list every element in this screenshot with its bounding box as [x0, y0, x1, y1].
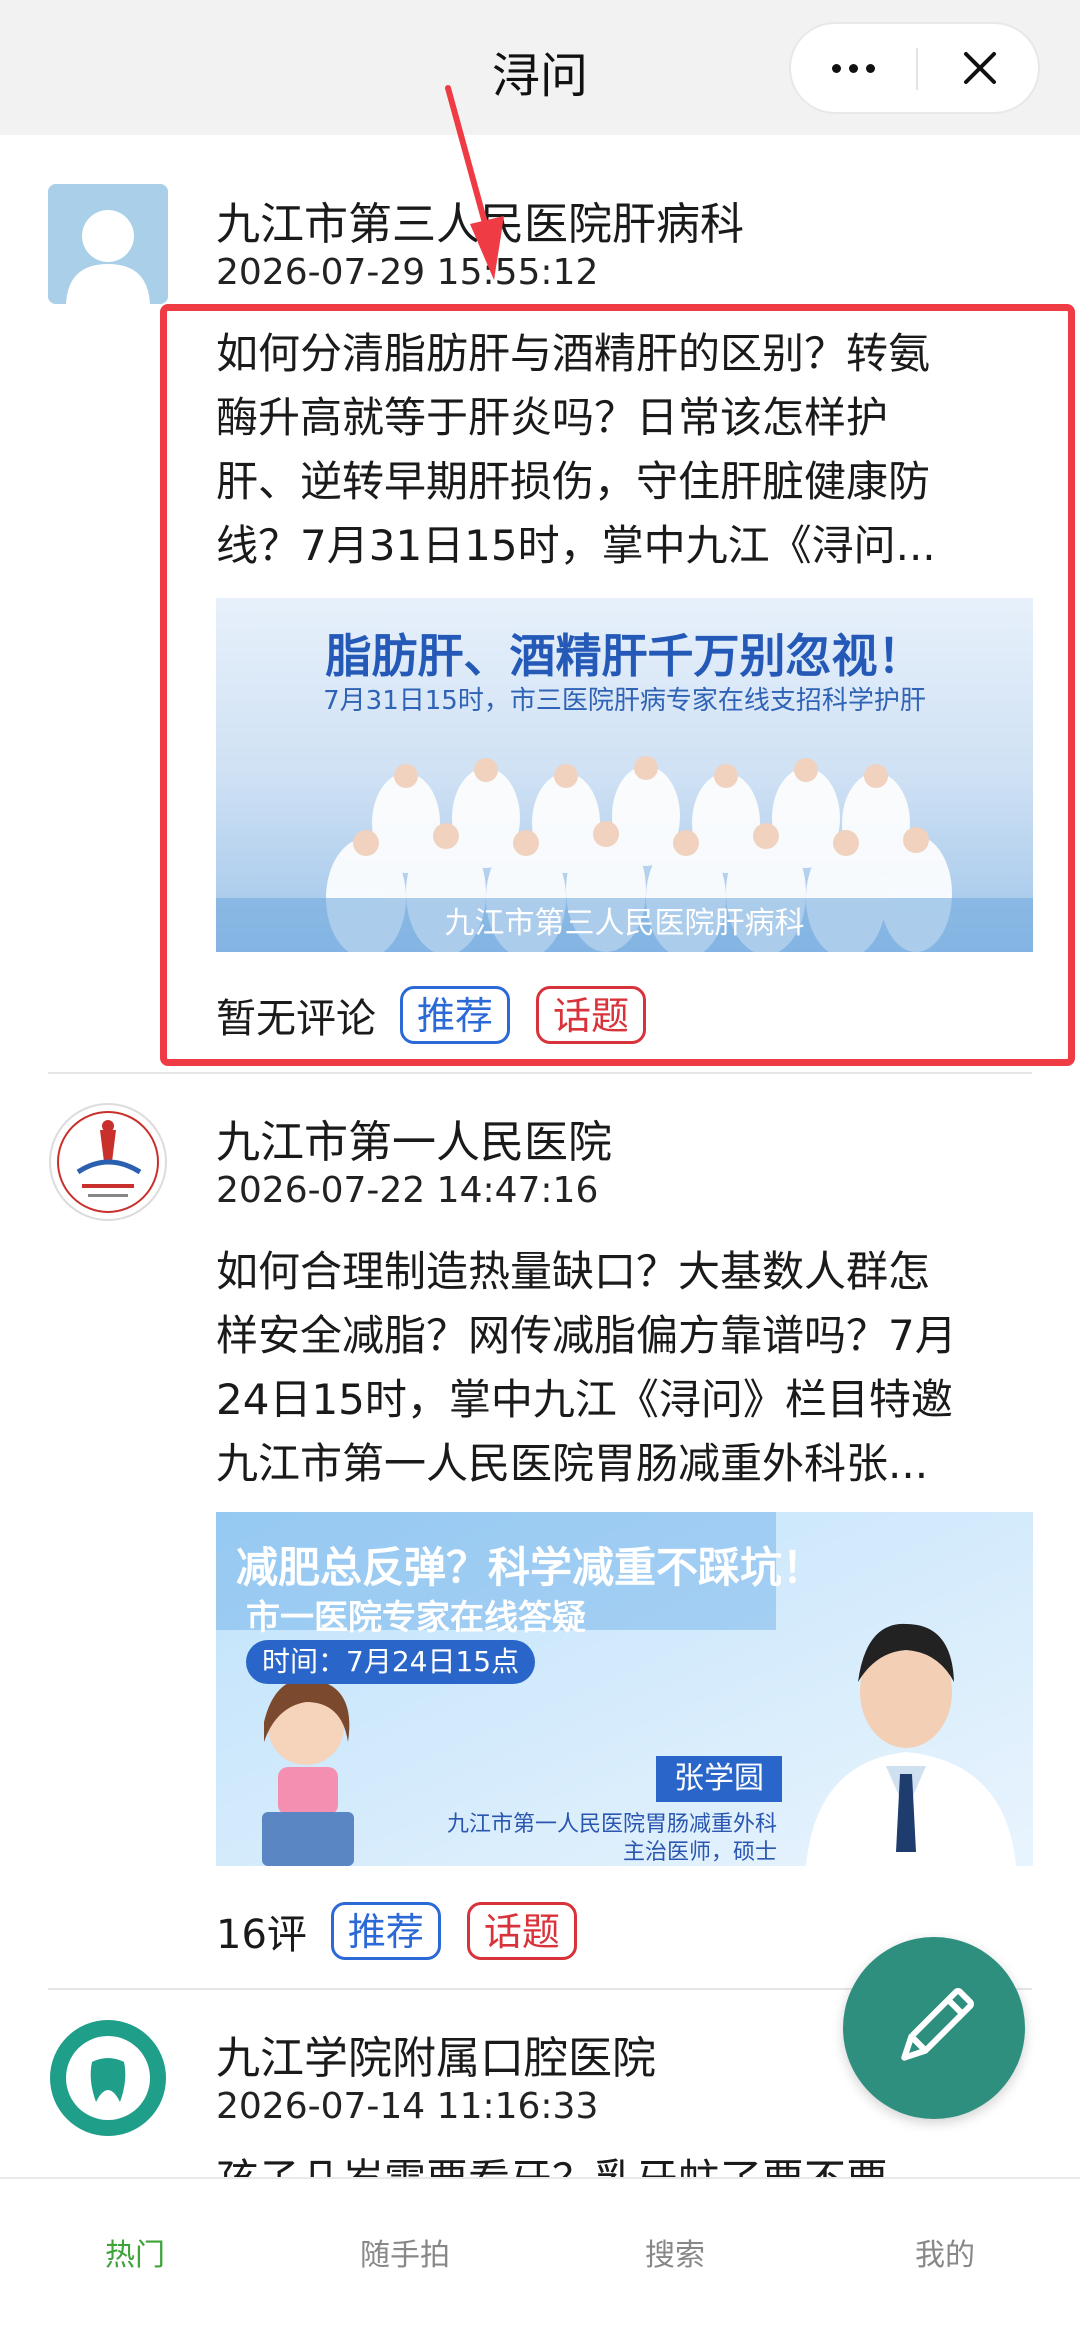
more-dots-icon — [832, 63, 841, 73]
banner-doctor-role: 主治医师，硕士 — [622, 1840, 777, 1865]
default-avatar-icon — [48, 184, 168, 304]
banner-title: 减肥总反弹？科学减重不踩坑！ — [236, 1543, 825, 1592]
bottom-tab-bar: 热门 随手拍 搜索 我的 — [0, 2177, 1080, 2325]
avatar[interactable] — [48, 1102, 168, 1222]
post-time: 2026-07-29 15:55:12 — [216, 252, 599, 293]
banner-doctor-name: 张学圆 — [656, 1756, 782, 1802]
dental-hospital-logo-icon — [50, 2020, 166, 2136]
tab-search[interactable]: 搜索 — [540, 2179, 810, 2325]
top-bar: 浔问 — [0, 0, 1080, 135]
close-button[interactable] — [918, 24, 1042, 112]
tag-recommend[interactable]: 推荐 — [330, 1902, 441, 1960]
comment-count[interactable]: 16评 — [216, 1902, 307, 1960]
post-content[interactable]: 如何合理制造热量缺口？大基数人群怎 样安全减脂？网传减脂偏方靠谱吗？7月 24日… — [216, 1240, 1031, 1496]
tab-mine[interactable]: 我的 — [810, 2179, 1080, 2325]
post-time: 2026-07-22 14:47:16 — [216, 1170, 599, 1211]
post-author[interactable]: 九江市第一人民医院 — [216, 1106, 612, 1170]
arrow-annotation-icon — [445, 85, 504, 280]
content-line: 九江市第一人民医院胃肠减重外科张... — [216, 1439, 929, 1488]
compose-button[interactable] — [843, 1937, 1025, 2119]
content-line: 24日15时，掌中九江《浔问》栏目特邀 — [216, 1375, 953, 1424]
highlight-box — [160, 304, 1075, 1066]
post-author[interactable]: 九江学院附属口腔医院 — [216, 2022, 656, 2086]
close-icon — [964, 52, 996, 84]
hospital-logo-icon — [49, 1103, 167, 1221]
post-meta: 16评 推荐 话题 — [216, 1902, 603, 1960]
content-line: 如何合理制造热量缺口？大基数人群怎 — [216, 1247, 931, 1296]
banner-subtitle: 市一医院专家在线答疑 — [246, 1598, 586, 1638]
divider — [48, 1072, 1032, 1074]
pencil-icon — [901, 1988, 974, 2061]
tag-topic[interactable]: 话题 — [466, 1902, 577, 1960]
tab-snapshot[interactable]: 随手拍 — [270, 2179, 540, 2325]
avatar[interactable] — [48, 2018, 168, 2138]
post-time: 2026-07-14 11:16:33 — [216, 2086, 599, 2127]
content-line: 样安全减脂？网传减脂偏方靠谱吗？7月 — [216, 1311, 957, 1360]
avatar[interactable] — [48, 184, 168, 304]
mini-program-capsule — [789, 22, 1040, 114]
tab-hot[interactable]: 热门 — [0, 2179, 270, 2325]
more-button[interactable] — [791, 24, 916, 112]
post-banner-image[interactable]: 减肥总反弹？科学减重不踩坑！ 市一医院专家在线答疑 时间：7月24日15点 张学… — [216, 1512, 1033, 1866]
banner-time: 时间：7月24日15点 — [246, 1640, 536, 1684]
